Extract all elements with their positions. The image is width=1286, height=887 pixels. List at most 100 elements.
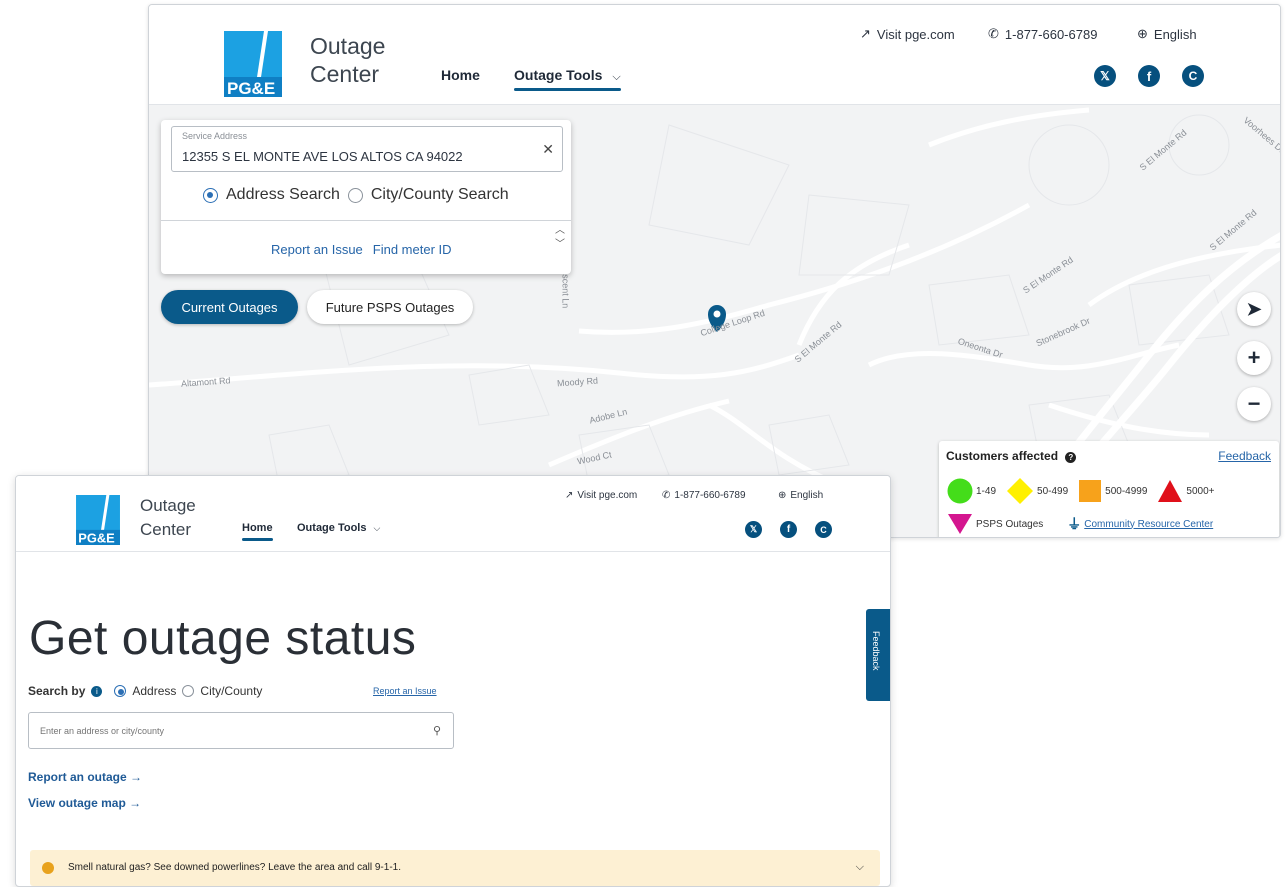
legend-title-text: Customers affected: [946, 449, 1059, 463]
green-circle-icon: [947, 478, 973, 504]
globe-icon: ⊕: [1137, 26, 1148, 41]
site-header: PG&E Outage Center Home Outage Tools ⌵ ↗…: [16, 476, 890, 552]
logo-text: PG&E: [227, 79, 275, 97]
view-map-link[interactable]: View outage map →: [28, 796, 141, 810]
legend-range-label: 5000+: [1186, 485, 1215, 497]
legend-psps-label: PSPS Outages: [976, 518, 1044, 530]
nav-outage-tools[interactable]: Outage Tools ⌵: [297, 522, 380, 534]
radio-address-label: Address: [132, 684, 177, 698]
external-link-icon: ↗: [565, 490, 574, 501]
address-search-field[interactable]: ⚲: [28, 712, 454, 749]
nav-outage-tools-label: Outage Tools: [514, 67, 603, 83]
radio-city-county-label: City/County: [200, 684, 263, 698]
feedback-tab-label: Feedback: [871, 631, 881, 671]
legend-item-1-49: 1-49: [947, 478, 996, 504]
legend-extras: PSPS Outages ⏚ Community Resource Center: [947, 513, 1223, 535]
phone-label: 1-877-660-6789: [674, 490, 746, 501]
address-search-input[interactable]: [29, 713, 453, 748]
x-icon[interactable]: 𝕏: [1094, 65, 1116, 87]
locate-me-button[interactable]: ➤: [1237, 292, 1271, 326]
brand-title: Outage Center: [140, 496, 196, 541]
card-scroll-arrows[interactable]: ︿ ﹀: [555, 224, 565, 252]
facebook-icon[interactable]: f: [780, 521, 797, 538]
safety-alert-text: Smell natural gas? See downed powerlines…: [68, 862, 401, 873]
globe-icon: ⊕: [778, 490, 787, 501]
clear-icon[interactable]: ✕: [542, 141, 554, 158]
radio-address[interactable]: [114, 685, 127, 697]
legend-item-crc[interactable]: ⏚ Community Resource Center: [1067, 514, 1213, 534]
language-selector[interactable]: ⊕ English: [778, 490, 823, 501]
phone-link[interactable]: ✆ 1-877-660-6789: [988, 26, 1097, 42]
legend-title: Customers affected ?: [946, 449, 1077, 463]
legend-range-label: 1-49: [976, 485, 997, 497]
warning-icon: [42, 862, 54, 874]
brand-line-2: Center: [140, 520, 192, 540]
card-links: Report an Issue Find meter ID: [271, 242, 452, 257]
radio-address-search[interactable]: [203, 187, 218, 203]
brand-line-2: Center: [310, 60, 380, 87]
search-by-label: Search by: [28, 684, 86, 698]
legend-item-5000-plus: 5000+: [1157, 479, 1215, 503]
service-address-field[interactable]: Service Address 12355 S EL MONTE AVE LOS…: [171, 126, 563, 172]
phone-link[interactable]: ✆ 1-877-660-6789: [662, 490, 746, 501]
current-outages-button[interactable]: Current Outages: [161, 290, 298, 324]
pge-logo[interactable]: PG&E: [76, 495, 120, 545]
legend-range-label: 500-4999: [1105, 485, 1148, 497]
legend-item-psps: PSPS Outages: [947, 513, 1043, 535]
radio-city-county-search[interactable]: [347, 187, 363, 203]
language-label: English: [1153, 26, 1197, 42]
search-icon[interactable]: ⚲: [433, 724, 441, 737]
social-links: 𝕏 f C: [745, 521, 832, 538]
future-psps-button[interactable]: Future PSPS Outages: [307, 290, 473, 324]
zoom-out-button[interactable]: −: [1237, 387, 1271, 421]
report-outage-link[interactable]: Report an outage →: [28, 770, 142, 784]
feedback-tab[interactable]: Feedback: [866, 609, 890, 701]
arrow-right-icon: →: [129, 796, 142, 810]
brand-line-1: Outage: [140, 496, 196, 515]
radio-city-county[interactable]: [182, 685, 195, 697]
info-icon[interactable]: i: [91, 685, 103, 697]
magenta-triangle-icon: [948, 514, 972, 534]
plug-icon: ⏚: [1067, 516, 1082, 532]
phone-icon: ✆: [988, 26, 999, 41]
chevron-down-icon[interactable]: ⌵: [856, 861, 864, 874]
search-by-row: Search by i Address City/County: [28, 684, 262, 698]
site-header: PG&E Outage Center Home Outage Tools ⌵ ↗…: [149, 5, 1280, 105]
legend-ranges: 1-49 50-499 500-4999 5000+: [947, 477, 1225, 505]
help-icon[interactable]: ?: [1065, 452, 1077, 463]
visit-link[interactable]: ↗ Visit pge.com: [565, 490, 637, 501]
brand-line-1: Outage: [310, 33, 386, 59]
crc-link[interactable]: Community Resource Center: [1084, 519, 1213, 530]
c-icon[interactable]: C: [1182, 65, 1204, 87]
search-type-radios: Address Search City/County Search: [203, 186, 509, 204]
radio-city-county-label: City/County Search: [370, 186, 509, 203]
minus-icon: −: [1247, 391, 1261, 416]
zoom-in-button[interactable]: +: [1237, 341, 1271, 375]
chevron-up-icon[interactable]: ︿: [555, 224, 565, 238]
visit-link[interactable]: ↗ Visit pge.com: [860, 26, 955, 42]
nav-outage-tools[interactable]: Outage Tools ⌵: [514, 67, 621, 91]
c-icon[interactable]: C: [815, 521, 832, 538]
language-selector[interactable]: ⊕ English: [1137, 26, 1197, 42]
logo-text: PG&E: [78, 531, 115, 545]
facebook-icon[interactable]: f: [1138, 65, 1160, 87]
nav-home[interactable]: Home: [441, 67, 480, 83]
yellow-diamond-icon: [1007, 478, 1034, 504]
outage-map-window: PG&E Outage Center Home Outage Tools ⌵ ↗…: [148, 4, 1281, 538]
report-issue-link[interactable]: Report an Issue: [271, 242, 363, 257]
page-title: Get outage status: [29, 612, 417, 665]
legend-feedback-link[interactable]: Feedback: [1218, 449, 1271, 463]
outage-status-window: PG&E Outage Center Home Outage Tools ⌵ ↗…: [15, 475, 891, 887]
visit-label: Visit pge.com: [577, 490, 638, 501]
report-issue-link[interactable]: Report an Issue: [373, 686, 437, 696]
chevron-down-icon: ⌵: [373, 523, 381, 533]
chevron-down-icon: ⌵: [612, 71, 621, 83]
x-icon[interactable]: 𝕏: [745, 521, 762, 538]
nav-outage-tools-label: Outage Tools: [297, 522, 367, 534]
chevron-down-icon[interactable]: ﹀: [555, 238, 565, 252]
find-meter-link[interactable]: Find meter ID: [373, 242, 452, 257]
radio-address-search-label: Address Search: [226, 186, 340, 203]
pge-logo[interactable]: PG&E: [224, 31, 282, 97]
nav-home[interactable]: Home: [242, 522, 273, 541]
service-address-value[interactable]: 12355 S EL MONTE AVE LOS ALTOS CA 94022: [182, 149, 463, 164]
